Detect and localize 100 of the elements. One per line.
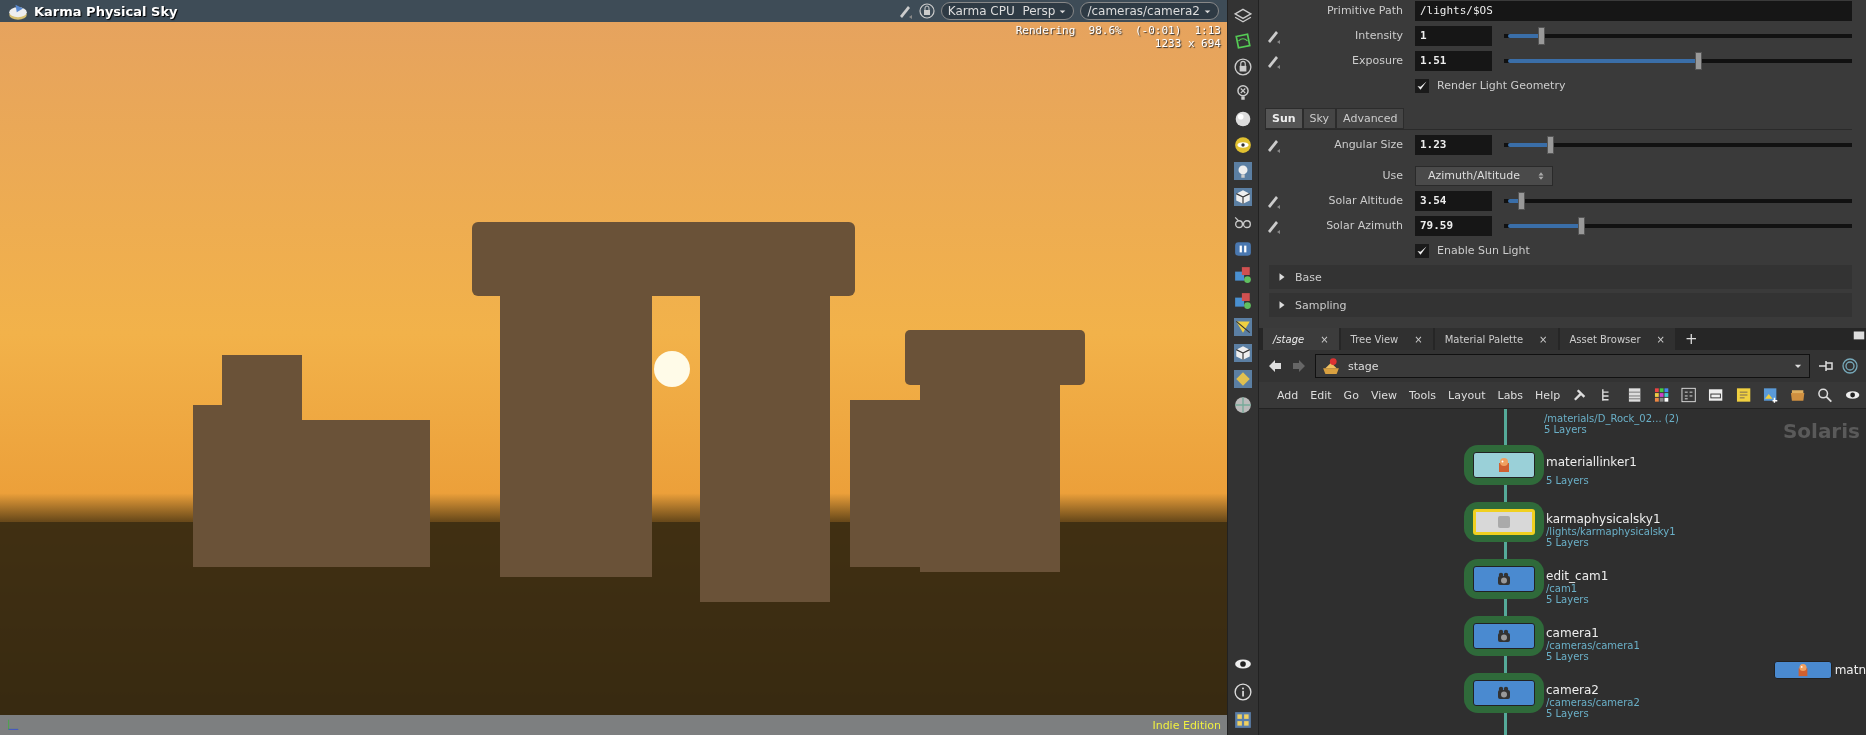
pane-tab[interactable]: Tree View × bbox=[1340, 328, 1433, 350]
pause-icon[interactable] bbox=[1234, 240, 1252, 258]
camera-menu[interactable]: /cameras/camera2 bbox=[1080, 2, 1219, 20]
layout-icon[interactable] bbox=[1681, 387, 1697, 403]
path-field[interactable]: /lights/$OS bbox=[1415, 0, 1852, 21]
back-icon[interactable] bbox=[1267, 358, 1283, 374]
node[interactable] bbox=[1473, 566, 1535, 592]
checkbox-label: Render Light Geometry bbox=[1437, 79, 1566, 92]
value-field[interactable]: 3.54 bbox=[1415, 190, 1492, 211]
note-icon[interactable] bbox=[1735, 387, 1751, 403]
search-icon[interactable] bbox=[1817, 387, 1833, 403]
wrench-icon[interactable] bbox=[1572, 387, 1588, 403]
tab[interactable]: Advanced bbox=[1336, 108, 1405, 129]
menu-item[interactable]: Edit bbox=[1310, 388, 1332, 402]
menu-item[interactable]: Add bbox=[1277, 388, 1299, 402]
node-path: /lights/karmaphysicalsky1 bbox=[1546, 526, 1677, 537]
node[interactable] bbox=[1473, 680, 1535, 706]
checkbox[interactable] bbox=[1415, 78, 1429, 93]
menu-item[interactable]: Layout bbox=[1448, 388, 1486, 402]
triangle-icon bbox=[1277, 300, 1287, 310]
shapes-icon[interactable] bbox=[1234, 292, 1252, 310]
cube-icon[interactable] bbox=[1234, 188, 1252, 206]
sphere-icon[interactable] bbox=[1234, 110, 1252, 128]
menu-item[interactable]: Help bbox=[1535, 388, 1561, 402]
axes-icon bbox=[6, 718, 20, 732]
pane-tab[interactable]: Asset Browser × bbox=[1559, 328, 1675, 350]
add-tab-button[interactable]: + bbox=[1676, 328, 1706, 350]
grid-icon[interactable] bbox=[1234, 711, 1252, 729]
material-icon bbox=[1496, 457, 1512, 473]
field-label: Angular Size bbox=[1333, 138, 1404, 151]
stage-icon bbox=[1322, 357, 1340, 375]
select-icon[interactable] bbox=[1234, 318, 1252, 336]
pane-tab[interactable]: Material Palette × bbox=[1434, 328, 1558, 350]
lock-icon[interactable] bbox=[918, 3, 935, 19]
shapes-icon[interactable] bbox=[1234, 266, 1252, 284]
menu-item[interactable]: Go bbox=[1343, 388, 1359, 402]
checkbox-label: Enable Sun Light bbox=[1437, 244, 1530, 257]
list-icon[interactable] bbox=[1626, 387, 1642, 403]
value-field[interactable]: 79.59 bbox=[1415, 215, 1492, 236]
node-name: karmaphysicalsky1 bbox=[1546, 512, 1662, 526]
node[interactable] bbox=[1773, 661, 1832, 679]
cube-icon[interactable] bbox=[1234, 344, 1252, 362]
renderer-menu[interactable]: Karma CPU Persp bbox=[940, 2, 1075, 20]
folder-header[interactable]: Sampling bbox=[1269, 293, 1852, 317]
viewport-title: Karma Physical Sky bbox=[34, 3, 178, 19]
tab[interactable]: Sky bbox=[1302, 108, 1337, 129]
node-layers: 5 Layers bbox=[1546, 651, 1590, 662]
image-icon[interactable] bbox=[1762, 387, 1779, 403]
tab[interactable]: Sun bbox=[1265, 108, 1303, 129]
bulb-icon[interactable] bbox=[1234, 162, 1252, 180]
slider-handle[interactable] bbox=[1518, 191, 1526, 210]
shape-icon[interactable] bbox=[1234, 32, 1252, 50]
node-layers: 5 Layers bbox=[1546, 537, 1589, 548]
dropdown[interactable]: Azimuth/Altitude bbox=[1415, 165, 1553, 186]
node-name: matn bbox=[1834, 663, 1866, 677]
node-layers: 5 Layers bbox=[1546, 708, 1590, 719]
target-icon[interactable] bbox=[1842, 358, 1858, 374]
field-label: Solar Altitude bbox=[1327, 194, 1404, 207]
value-field[interactable]: 1 bbox=[1415, 25, 1492, 46]
pin-icon[interactable] bbox=[1818, 358, 1834, 374]
slider-handle[interactable] bbox=[1546, 135, 1554, 154]
node-name: camera2 bbox=[1546, 683, 1600, 697]
node-path: /cam1 bbox=[1546, 583, 1579, 594]
node-name: camera1 bbox=[1546, 626, 1600, 640]
crate-icon[interactable] bbox=[1790, 387, 1806, 403]
slider-handle[interactable] bbox=[1694, 51, 1702, 70]
camera-icon bbox=[1496, 685, 1512, 701]
node-name: materiallinker1 bbox=[1546, 455, 1638, 469]
node[interactable] bbox=[1473, 623, 1535, 649]
field-label: Intensity bbox=[1354, 29, 1404, 42]
slider-handle[interactable] bbox=[1578, 216, 1586, 235]
node-layers: 5 Layers bbox=[1546, 475, 1590, 486]
box-icon[interactable] bbox=[1708, 387, 1724, 403]
eye-icon[interactable] bbox=[1234, 136, 1252, 154]
edition-label: Indie Edition bbox=[1152, 718, 1221, 732]
node-layers: 5 Layers bbox=[1544, 424, 1587, 435]
pane-tab[interactable]: /stage × bbox=[1263, 328, 1339, 350]
node-path: /cameras/camera2 bbox=[1546, 697, 1641, 708]
path-field[interactable]: stage bbox=[1315, 354, 1810, 378]
field-label: Exposure bbox=[1351, 54, 1404, 67]
light-off-icon[interactable] bbox=[1234, 84, 1252, 102]
node[interactable] bbox=[1473, 452, 1535, 478]
checkbox[interactable] bbox=[1415, 243, 1429, 258]
value-field[interactable]: 1.51 bbox=[1415, 50, 1492, 71]
menu-item[interactable]: Labs bbox=[1497, 388, 1524, 402]
menu-item[interactable]: Tools bbox=[1409, 388, 1437, 402]
slider-handle[interactable] bbox=[1538, 26, 1546, 45]
globe-icon[interactable] bbox=[1234, 396, 1252, 414]
render-resolution: 1233 x 694 bbox=[1154, 37, 1221, 50]
color-grid-icon[interactable] bbox=[1653, 387, 1670, 403]
lock-icon[interactable] bbox=[1234, 58, 1252, 76]
value-field[interactable]: 1.23 bbox=[1415, 134, 1492, 155]
info-icon[interactable] bbox=[1234, 683, 1252, 701]
node-name: edit_cam1 bbox=[1546, 569, 1610, 583]
field-label: Use bbox=[1381, 169, 1404, 182]
menu-item[interactable]: View bbox=[1370, 388, 1397, 402]
folder-header[interactable]: Base bbox=[1269, 265, 1852, 289]
node-path: /materials/D_Rock_02... (2) bbox=[1544, 413, 1679, 424]
layers-icon[interactable] bbox=[1234, 6, 1252, 24]
node-layers: 5 Layers bbox=[1546, 594, 1590, 605]
